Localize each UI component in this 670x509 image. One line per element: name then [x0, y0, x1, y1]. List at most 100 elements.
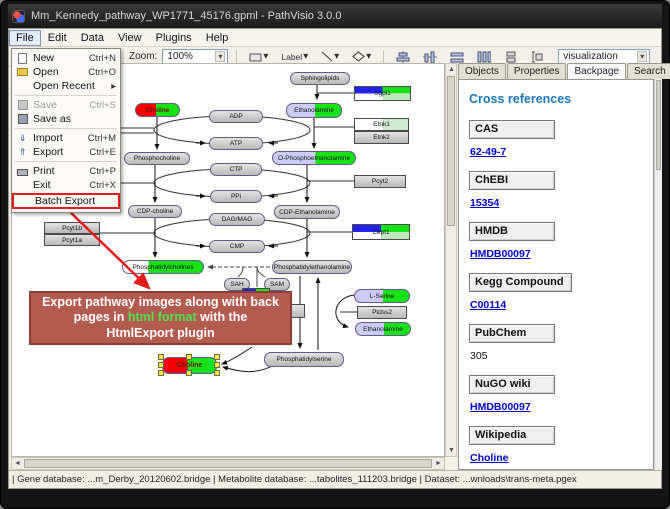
selection-handle[interactable]	[158, 354, 164, 360]
line-tool-button[interactable]: ▾	[317, 49, 343, 64]
scrollbar-thumb[interactable]	[656, 80, 661, 170]
scroll-right-icon[interactable]: ►	[433, 458, 444, 469]
menu-item-exit[interactable]: ExitCtrl+X	[12, 178, 120, 192]
node-ethanolamine-bottom[interactable]: Ethanolamine	[355, 322, 411, 336]
menu-item-save[interactable]: SaveCtrl+S	[12, 98, 120, 112]
chevron-down-icon[interactable]: ▾	[637, 51, 647, 62]
align-center-x-icon	[396, 51, 410, 63]
node-sphingolipids[interactable]: Sphingolipids	[290, 72, 350, 85]
node-phosphatidylcholines[interactable]: Phosphatidylcholines	[122, 260, 204, 274]
submenu-arrow-icon: ▸	[111, 81, 116, 92]
tab-backpage[interactable]: Backpage	[567, 63, 625, 79]
selection-handle[interactable]	[158, 370, 164, 376]
menu-item-print[interactable]: PrintCtrl+P	[12, 164, 120, 178]
menu-item-open-recent[interactable]: Open Recent ▸	[12, 79, 120, 93]
node-cdp-choline[interactable]: CDP-choline	[128, 205, 182, 218]
menu-item-import[interactable]: ⇓ ImportCtrl+M	[12, 131, 120, 145]
menu-separator	[15, 128, 117, 129]
node-etnk2[interactable]: Etnk2	[354, 131, 409, 144]
menu-item-export[interactable]: ⇑ ExportCtrl+E	[12, 145, 120, 159]
callout-line3: HtmlExport plugin	[106, 326, 214, 342]
window-title: Mm_Kennedy_pathway_WP1771_45176.gpml - P…	[31, 10, 341, 22]
crossref-link[interactable]: 15354	[470, 197, 653, 209]
crossref-section-chebi: ChEBI	[469, 171, 555, 190]
scroll-up-icon[interactable]: ▲	[446, 64, 457, 75]
distribute-horizontal-icon	[450, 51, 464, 63]
node-pcyt1a[interactable]: Pcyt1a	[44, 234, 100, 246]
scrollbar-thumb[interactable]	[24, 459, 432, 468]
menu-item-save-as[interactable]: Save as	[12, 112, 120, 126]
menu-item-new[interactable]: NewCtrl+N	[12, 51, 120, 65]
node-adp[interactable]: ADP	[209, 110, 263, 123]
node-phosphatidylserine[interactable]: Phosphatidylserine	[264, 352, 344, 367]
node-etnk1[interactable]: Etnk1	[354, 118, 409, 131]
shape-tool-button[interactable]: ▾	[348, 49, 375, 64]
title-bar[interactable]: Mm_Kennedy_pathway_WP1771_45176.gpml - P…	[8, 4, 662, 28]
node-phosphocholine[interactable]: Phosphocholine	[124, 152, 190, 165]
crossref-link[interactable]: Choline	[470, 452, 653, 464]
menu-item-batch-export[interactable]: Batch Export	[12, 193, 120, 209]
node-ppi[interactable]: PPi	[210, 190, 262, 203]
node-atp[interactable]: ATP	[209, 137, 263, 150]
node-cmp[interactable]: CMP	[209, 240, 265, 253]
selection-handle[interactable]	[214, 362, 220, 368]
crossref-section-kegg: Kegg Compound	[469, 273, 572, 292]
node-l-serine[interactable]: L-Serine	[354, 289, 410, 303]
node-ethanolamine-top[interactable]: Ethanolamine	[286, 103, 342, 118]
app-icon	[12, 10, 25, 23]
selection-handle[interactable]	[214, 370, 220, 376]
zoom-label: Zoom:	[129, 51, 157, 62]
selection-handle[interactable]	[214, 354, 220, 360]
node-ptdss2[interactable]: Ptdss2	[357, 306, 407, 319]
datanode-tool-button[interactable]: ▾	[245, 49, 272, 64]
menu-data[interactable]: Data	[74, 30, 111, 46]
node-choline-top[interactable]: Choline	[135, 103, 180, 117]
line-icon	[321, 51, 333, 62]
panel-scrollbar[interactable]	[654, 79, 662, 470]
node-phosphatidylethanolamine[interactable]: Phosphatidylethanolamine	[272, 260, 352, 274]
menu-edit[interactable]: Edit	[41, 30, 74, 46]
open-folder-icon	[16, 68, 29, 76]
node-o-phosphoethanolamine[interactable]: O-Phosphoethanolamine	[272, 151, 356, 165]
chevron-down-icon: ▾	[366, 51, 371, 62]
selection-handle[interactable]	[158, 362, 164, 368]
node-sgpl1[interactable]: Sgpl1	[354, 86, 411, 101]
chevron-down-icon[interactable]: ▾	[215, 51, 225, 62]
menu-help[interactable]: Help	[199, 30, 236, 46]
menu-separator	[15, 95, 117, 96]
node-cept1[interactable]: Cept1	[352, 224, 410, 240]
selection-handle[interactable]	[186, 370, 192, 376]
chevron-down-icon: ▾	[263, 51, 268, 62]
side-panel: Objects Properties Backpage Search Legen…	[458, 63, 662, 470]
crossref-link[interactable]: 62-49-7	[470, 146, 653, 158]
save-disk-icon	[16, 100, 29, 110]
canvas-vertical-scrollbar[interactable]: ▲ ▼	[445, 63, 457, 457]
crossref-link[interactable]: C00114	[470, 299, 653, 311]
menu-item-open[interactable]: OpenCtrl+O	[12, 65, 120, 79]
visualization-combobox[interactable]: visualization ▾	[558, 49, 650, 64]
status-text: | Gene database: ...m_Derby_20120602.bri…	[12, 474, 577, 485]
menu-view[interactable]: View	[111, 30, 149, 46]
crossref-title: Cross references	[469, 92, 653, 106]
node-pcyt1b[interactable]: Pcyt1b	[44, 222, 100, 234]
crossref-link[interactable]: HMDB00097	[470, 248, 653, 260]
tab-properties[interactable]: Properties	[507, 63, 567, 79]
scroll-down-icon[interactable]: ▼	[446, 445, 457, 456]
crossref-link[interactable]: HMDB00097	[470, 401, 653, 413]
tab-search[interactable]: Search	[627, 63, 670, 79]
menu-file[interactable]: File	[9, 30, 41, 46]
scroll-left-icon[interactable]: ◄	[12, 458, 23, 469]
app-frame: File Edit Data View Plugins Help Zoom: 1…	[8, 28, 662, 489]
label-tool-button[interactable]: Label ▾	[277, 49, 312, 64]
node-ctp[interactable]: CTP	[210, 163, 262, 176]
selection-handle[interactable]	[186, 354, 192, 360]
scrollbar-thumb[interactable]	[447, 76, 455, 226]
crossref-section-nugo: NuGO wiki	[469, 375, 555, 394]
node-cdp-ethanolamine[interactable]: CDP-Ethanolamine	[274, 205, 340, 219]
tab-objects[interactable]: Objects	[458, 63, 506, 79]
canvas-horizontal-scrollbar[interactable]: ◄ ►	[11, 457, 445, 470]
node-dag-mag[interactable]: DAG/MAG	[209, 213, 265, 226]
menu-plugins[interactable]: Plugins	[149, 30, 199, 46]
zoom-combobox[interactable]: 100% ▾	[162, 49, 228, 64]
node-pcyt2[interactable]: Pcyt2	[354, 175, 406, 188]
